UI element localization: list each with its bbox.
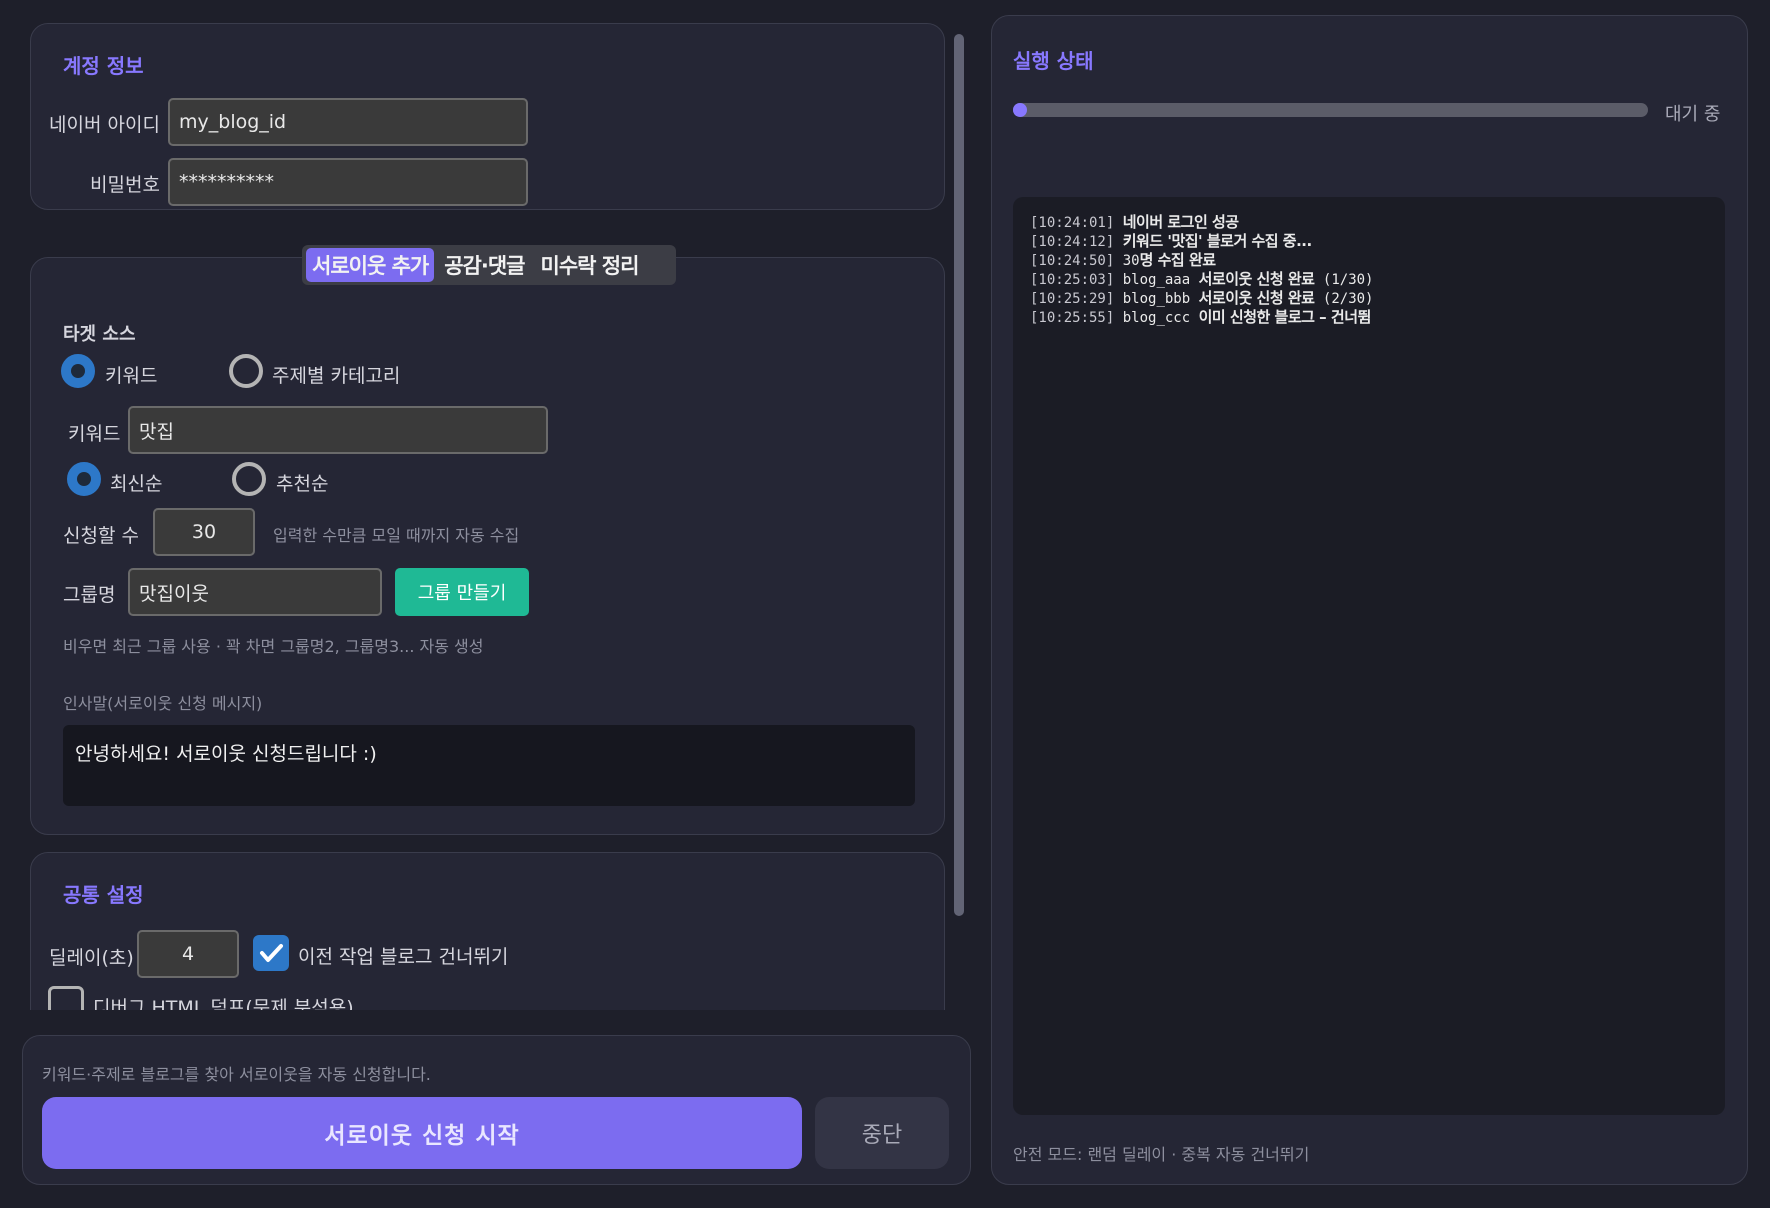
- greeting-textarea[interactable]: 안녕하세요! 서로이웃 신청드립니다 :): [63, 725, 915, 806]
- sort-latest-label: 최신순: [110, 473, 163, 495]
- group-input[interactable]: 맛집이웃: [128, 568, 382, 616]
- start-button[interactable]: 서로이웃 신청 시작: [42, 1097, 802, 1169]
- stop-button[interactable]: 중단: [815, 1097, 949, 1169]
- group-label: 그룹명: [63, 584, 116, 606]
- count-label: 신청할 수: [63, 525, 139, 547]
- skip-previous-checkbox[interactable]: [253, 935, 289, 971]
- tab-add-neighbor[interactable]: 서로이웃 추가: [306, 248, 435, 282]
- mode-tabbar: 서로이웃 추가 공감·댓글 미수락 정리: [302, 245, 676, 285]
- delay-label: 딜레이(초): [49, 947, 134, 969]
- progress-bar: [1013, 103, 1648, 117]
- action-description: 키워드·주제로 블로그를 찾아 서로이웃을 자동 신청합니다.: [42, 1065, 431, 1084]
- log-line: [10:24:50] 30명 수집 완료: [1030, 251, 1216, 269]
- check-icon: [260, 944, 283, 962]
- log-line: [10:24:01] 네이버 로그인 성공: [1030, 213, 1239, 231]
- sort-recommended-radio[interactable]: [232, 462, 266, 496]
- source-keyword-label: 키워드: [105, 365, 158, 387]
- create-group-button[interactable]: 그룹 만들기: [395, 568, 529, 616]
- count-hint: 입력한 수만큼 모일 때까지 자동 수집: [273, 526, 520, 545]
- safety-mode-note: 안전 모드: 랜덤 딜레이 · 중복 자동 건너뛰기: [1013, 1145, 1310, 1164]
- log-line: [10:25:03] blog_aaa 서로이웃 신청 완료 (1/30): [1030, 270, 1374, 288]
- count-input[interactable]: 30: [153, 508, 255, 556]
- log-console[interactable]: [10:24:01] 네이버 로그인 성공 [10:24:12] 키워드 '맛집…: [1013, 197, 1725, 1115]
- tab-pending-cleanup[interactable]: 미수락 정리: [535, 248, 645, 282]
- left-scrollbar[interactable]: [954, 34, 964, 916]
- source-keyword-radio[interactable]: [61, 354, 95, 388]
- debug-dump-checkbox[interactable]: [48, 986, 84, 1010]
- keyword-label: 키워드: [68, 423, 121, 445]
- log-line: [10:25:55] blog_ccc 이미 신청한 블로그 – 건너뜀: [1030, 308, 1371, 326]
- password-input[interactable]: **********: [168, 158, 528, 206]
- settings-scroll-area[interactable]: 계정 정보 네이버 아이디 my_blog_id 비밀번호 **********…: [0, 0, 960, 1010]
- delay-input[interactable]: 4: [137, 930, 239, 978]
- source-category-radio[interactable]: [229, 354, 263, 388]
- group-hint: 비우면 최근 그룹 사용 · 꽉 차면 그룹명2, 그룹명3... 자동 생성: [63, 637, 484, 656]
- common-section-title: 공통 설정: [63, 883, 144, 907]
- naver-id-input[interactable]: my_blog_id: [168, 98, 528, 146]
- tab-like-comment[interactable]: 공감·댓글: [438, 248, 530, 282]
- target-source-title: 타겟 소스: [63, 324, 136, 345]
- account-section-title: 계정 정보: [63, 54, 144, 78]
- progress-fill: [1013, 103, 1027, 117]
- status-title: 실행 상태: [1013, 49, 1094, 73]
- password-label: 비밀번호: [90, 174, 160, 196]
- skip-previous-label: 이전 작업 블로그 건너뛰기: [298, 946, 509, 968]
- log-line: [10:24:12] 키워드 '맛집' 블로거 수집 중...: [1030, 232, 1312, 250]
- sort-latest-radio[interactable]: [67, 462, 101, 496]
- status-state-text: 대기 중: [1665, 104, 1721, 125]
- debug-dump-label: 디버그 HTML 덤프(문제 분석용): [93, 997, 354, 1010]
- keyword-input[interactable]: 맛집: [128, 406, 548, 454]
- greeting-label: 인사말(서로이웃 신청 메시지): [63, 694, 263, 713]
- source-category-label: 주제별 카테고리: [272, 365, 401, 387]
- log-line: [10:25:29] blog_bbb 서로이웃 신청 완료 (2/30): [1030, 289, 1374, 307]
- naver-id-label: 네이버 아이디: [49, 114, 160, 136]
- sort-recommended-label: 추천순: [276, 473, 329, 495]
